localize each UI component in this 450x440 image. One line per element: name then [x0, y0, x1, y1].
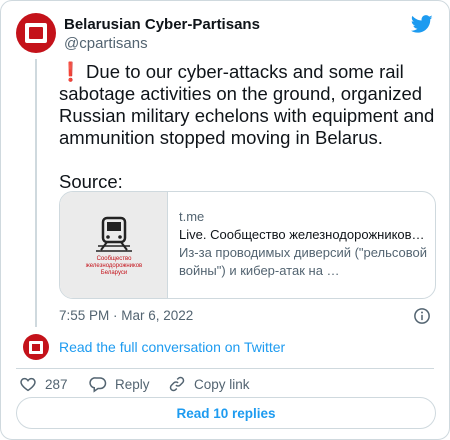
author-handle[interactable]: @cpartisans	[64, 35, 148, 53]
link-preview-text: t.me Live. Сообщество железнодорожников……	[179, 208, 429, 280]
like-count: 287	[45, 376, 68, 392]
author-name[interactable]: Belarusian Cyber-Partisans	[64, 16, 260, 34]
exclamation-icon: ❗	[59, 61, 83, 82]
tweet-text: ❗ Due to our cyber-attacks and some rail …	[59, 61, 439, 193]
read-replies-button[interactable]: Read 10 replies	[16, 397, 436, 429]
tweet-header: Belarusian Cyber-Partisans @cpartisans	[16, 13, 434, 57]
reply-label: Reply	[115, 376, 150, 392]
link-preview-card[interactable]: Сообщество железнодорожников Беларуси t.…	[59, 191, 436, 299]
copy-link-button[interactable]: Copy link	[168, 373, 250, 395]
like-button[interactable]: 287	[19, 373, 68, 395]
link-preview-title: Live. Сообщество железнодорожников…	[179, 227, 425, 242]
preview-image-caption: Беларуси	[100, 270, 128, 276]
copy-link-label: Copy link	[194, 376, 250, 392]
tweet-body: Due to our cyber-attacks and some rail s…	[59, 61, 435, 148]
twitter-bird-icon[interactable]	[410, 13, 434, 35]
info-icon[interactable]	[413, 307, 431, 325]
author-avatar[interactable]	[16, 13, 56, 53]
reply-button[interactable]: Reply	[89, 373, 150, 395]
link-preview-description: Из-за проводимых диверсий ("рельсовой во…	[179, 245, 428, 278]
preview-image-caption: Сообщество	[96, 256, 132, 262]
heart-icon	[20, 377, 36, 392]
link-preview-domain: t.me	[179, 209, 205, 224]
preview-image-caption: железнодорожников	[85, 263, 143, 269]
read-full-conversation-link[interactable]: Read the full conversation on Twitter	[59, 338, 285, 356]
tweet-timestamp[interactable]: 7:55 PM · Mar 6, 2022	[59, 307, 193, 325]
link-preview-image: Сообщество железнодорожников Беларуси	[60, 192, 168, 298]
tweet-actions: 287 Reply Copy link	[16, 373, 436, 395]
tweet-card: Belarusian Cyber-Partisans @cpartisans ❗…	[0, 0, 450, 440]
link-icon	[169, 376, 185, 392]
tweet-source-label: Source:	[59, 171, 123, 192]
conversation-avatar[interactable]	[23, 334, 49, 360]
reply-icon	[89, 377, 107, 393]
divider	[16, 368, 434, 369]
thread-line	[35, 59, 37, 327]
train-icon	[96, 216, 132, 252]
tweet-paragraph-1: ❗ Due to our cyber-attacks and some rail …	[59, 61, 439, 149]
